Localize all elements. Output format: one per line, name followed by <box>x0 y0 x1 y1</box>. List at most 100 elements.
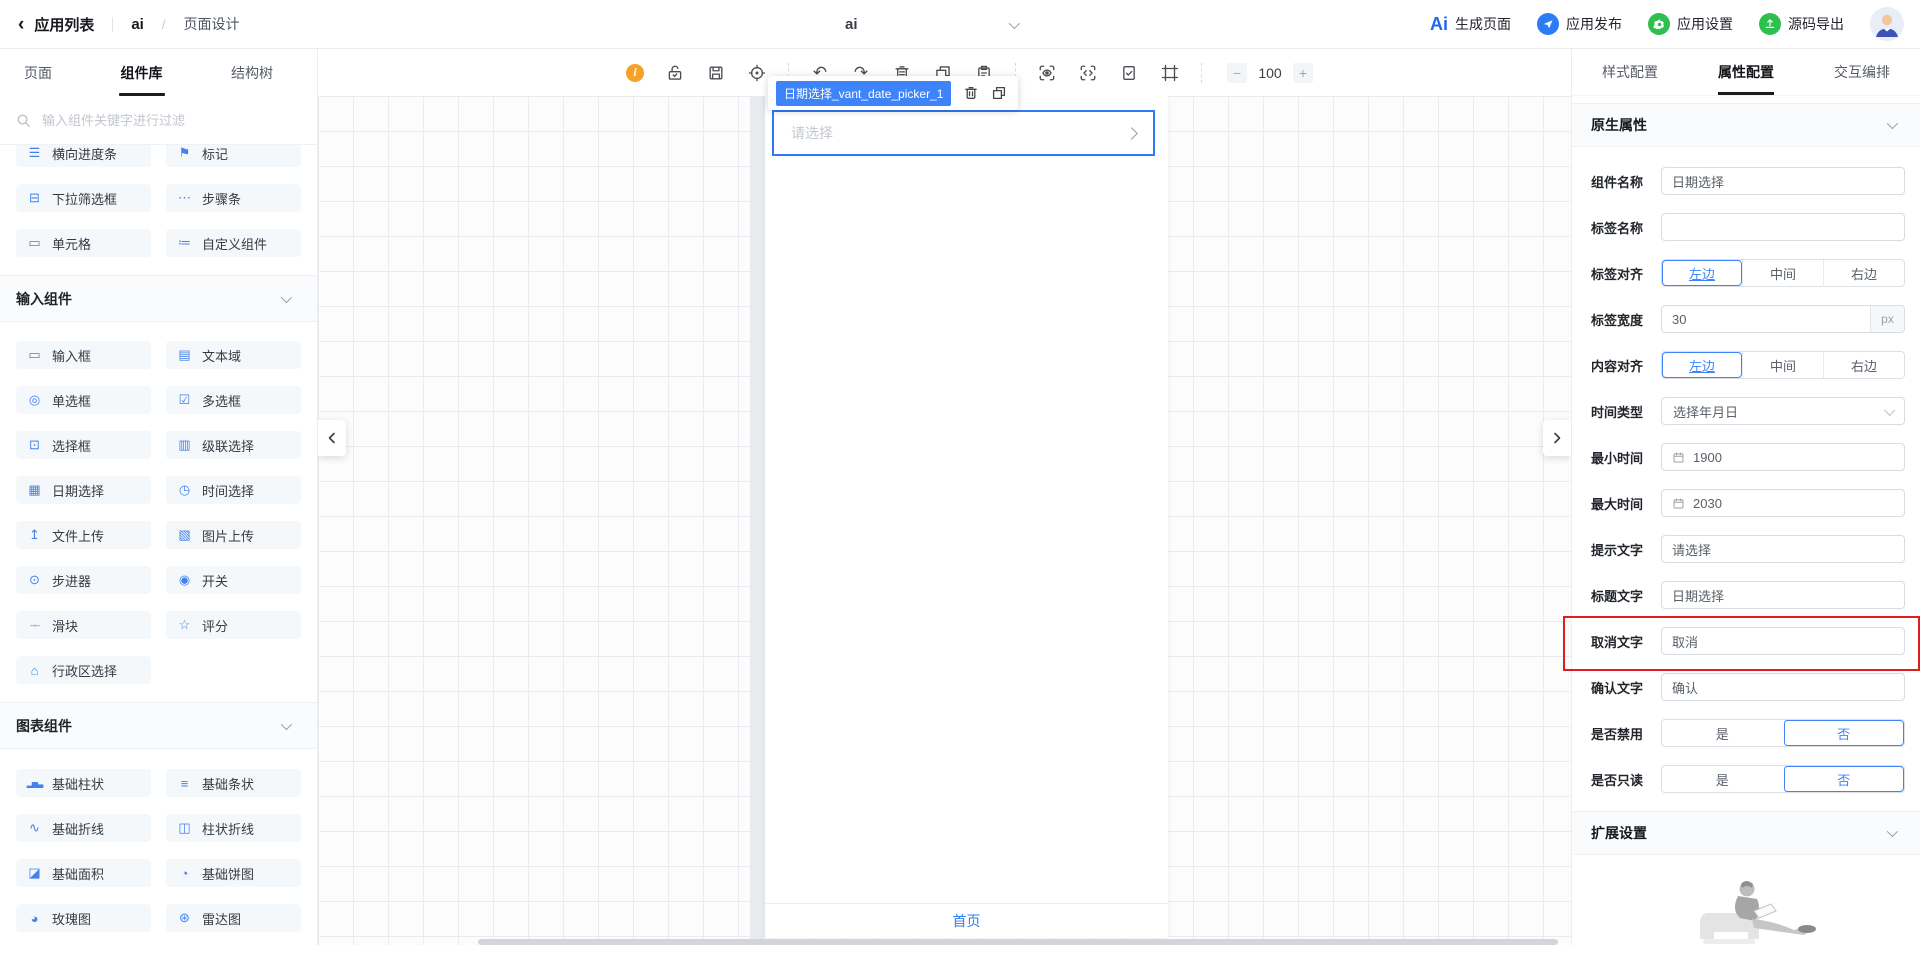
cancel-text-input[interactable] <box>1661 627 1905 655</box>
export-source-button[interactable]: 源码导出 <box>1759 13 1844 35</box>
section-title: 输入组件 <box>16 290 72 307</box>
tab-structure-tree[interactable]: 结构树 <box>231 49 273 96</box>
component-item[interactable]: ▥ 级联选择 <box>166 431 301 459</box>
title-text-input[interactable] <box>1661 581 1905 609</box>
back-icon[interactable]: ‹ <box>18 15 24 34</box>
generate-page-button[interactable]: Ai 生成页面 <box>1430 14 1511 35</box>
label-width-input[interactable] <box>1672 306 1870 332</box>
selected-component-tag: 日期选择_vant_date_picker_1 <box>776 80 952 106</box>
field-disabled: 是否禁用 是 否 <box>1591 719 1905 747</box>
locate-target-icon[interactable] <box>747 63 767 83</box>
time-type-select[interactable]: 选择年月日 <box>1661 397 1905 425</box>
frame-crop-icon[interactable] <box>1160 63 1180 83</box>
component-item[interactable]: ◪ 基础面积 <box>16 859 151 887</box>
tag-name-input[interactable] <box>1661 213 1905 241</box>
section-chart-components[interactable]: 图表组件 <box>0 702 317 749</box>
component-item[interactable]: ▦ 日期选择 <box>16 476 151 504</box>
publish-app-button[interactable]: 应用发布 <box>1537 13 1622 35</box>
placeholder-text-input[interactable] <box>1661 535 1905 563</box>
back-to-app-list[interactable]: 应用列表 <box>34 14 94 35</box>
min-time-input[interactable] <box>1693 444 1904 470</box>
collapse-left-panel-handle[interactable] <box>318 420 346 456</box>
user-avatar[interactable] <box>1870 7 1904 41</box>
max-time-control <box>1661 489 1905 517</box>
component-item[interactable]: ☑ 多选框 <box>166 386 301 414</box>
component-label: 输入框 <box>52 348 92 364</box>
component-item[interactable]: ▤ 文本域 <box>166 341 301 369</box>
component-label: 单元格 <box>52 236 92 252</box>
app-settings-button[interactable]: 应用设置 <box>1648 13 1733 35</box>
section-extended-settings[interactable]: 扩展设置 <box>1572 811 1920 855</box>
zoom-in-button[interactable]: + <box>1293 62 1313 83</box>
component-item[interactable]: ≔ 自定义组件 <box>166 229 301 257</box>
component-item[interactable]: ☆ 评分 <box>166 611 301 639</box>
tabbar-home-tab[interactable]: 首页 <box>953 911 981 931</box>
component-item[interactable]: ◷ 时间选择 <box>166 476 301 504</box>
max-time-input[interactable] <box>1693 490 1904 516</box>
content-align-left[interactable]: 左边 <box>1662 352 1742 378</box>
component-item[interactable]: –◦– 滑块 <box>16 611 151 639</box>
canvas-horizontal-scrollbar[interactable] <box>478 939 1558 945</box>
time-picker-icon: ◷ <box>178 482 191 497</box>
section-input-components[interactable]: 输入组件 <box>0 275 317 322</box>
search-input[interactable] <box>40 111 301 129</box>
page-check-icon[interactable] <box>1119 63 1139 83</box>
component-name-input[interactable] <box>1661 167 1905 195</box>
preview-eye-icon[interactable] <box>1037 63 1057 83</box>
component-item[interactable]: ◉ 开关 <box>166 566 301 594</box>
component-item[interactable]: ▧ 图片上传 <box>166 521 301 549</box>
toolbar-divider <box>1201 62 1202 83</box>
component-item[interactable]: ∿ 基础折线 <box>16 814 151 842</box>
component-item[interactable]: ▂▅▃ 基础柱状 <box>16 769 151 797</box>
field-confirm-text: 确认文字 <box>1591 673 1905 701</box>
save-icon[interactable] <box>706 63 726 83</box>
tab-property-config[interactable]: 属性配置 <box>1688 49 1804 95</box>
zoom-out-button[interactable]: − <box>1227 62 1247 83</box>
confirm-text-input[interactable] <box>1661 673 1905 701</box>
component-item[interactable]: ⊟ 下拉筛选框 <box>16 184 151 212</box>
collapse-right-panel-handle[interactable] <box>1543 420 1571 456</box>
source-code-icon[interactable] <box>1078 63 1098 83</box>
copy-component-icon[interactable] <box>990 85 1007 102</box>
field-cancel-text: 取消文字 <box>1591 627 1905 655</box>
label-align-center[interactable]: 中间 <box>1742 260 1823 286</box>
component-item[interactable]: ≡ 基础条状 <box>166 769 301 797</box>
readonly-no[interactable]: 否 <box>1783 766 1905 792</box>
selected-date-picker-component[interactable]: 请选择 <box>772 110 1155 156</box>
component-item[interactable]: ⚑ 标记 <box>166 145 301 167</box>
component-item[interactable]: ☰ 横向进度条 <box>16 145 151 167</box>
unlock-icon[interactable] <box>665 63 685 83</box>
component-search[interactable] <box>0 96 317 145</box>
component-item[interactable]: ◔ 基础饼图 <box>166 859 301 887</box>
info-icon[interactable]: i <box>626 63 644 82</box>
phone-tabbar: 首页 <box>765 903 1168 938</box>
component-item[interactable]: ◎ 单选框 <box>16 386 151 414</box>
disabled-no[interactable]: 否 <box>1783 720 1905 746</box>
component-item[interactable]: ⊡ 选择框 <box>16 431 151 459</box>
tab-style-config[interactable]: 样式配置 <box>1572 49 1688 95</box>
component-item[interactable]: ⋯ 步骤条 <box>166 184 301 212</box>
tab-component-library[interactable]: 组件库 <box>121 49 163 96</box>
page-select[interactable]: ai <box>845 0 1021 49</box>
component-item[interactable]: ▭ 输入框 <box>16 341 151 369</box>
field-label: 是否只读 <box>1591 772 1644 788</box>
component-item[interactable]: ◕ 玫瑰图 <box>16 904 151 932</box>
readonly-yes[interactable]: 是 <box>1662 766 1783 792</box>
content-align-center[interactable]: 中间 <box>1742 352 1823 378</box>
component-item[interactable]: ⊛ 雷达图 <box>166 904 301 932</box>
tab-pages[interactable]: 页面 <box>24 49 52 96</box>
hbar-chart-icon: ≡ <box>180 775 189 791</box>
component-item[interactable]: ⊙ 步进器 <box>16 566 151 594</box>
label-align-left[interactable]: 左边 <box>1662 260 1742 286</box>
label-align-right[interactable]: 右边 <box>1823 260 1904 286</box>
canvas-vertical-scrollbar[interactable] <box>750 96 765 945</box>
component-item[interactable]: ◫ 柱状折线 <box>166 814 301 842</box>
component-item[interactable]: ↥ 文件上传 <box>16 521 151 549</box>
tab-interaction-config[interactable]: 交互编排 <box>1804 49 1920 95</box>
disabled-yes[interactable]: 是 <box>1662 720 1783 746</box>
delete-component-icon[interactable] <box>962 85 979 102</box>
content-align-right[interactable]: 右边 <box>1823 352 1904 378</box>
component-item[interactable]: ▭ 单元格 <box>16 229 151 257</box>
component-item[interactable]: ⌂ 行政区选择 <box>16 656 151 684</box>
section-native-properties[interactable]: 原生属性 <box>1572 103 1920 147</box>
